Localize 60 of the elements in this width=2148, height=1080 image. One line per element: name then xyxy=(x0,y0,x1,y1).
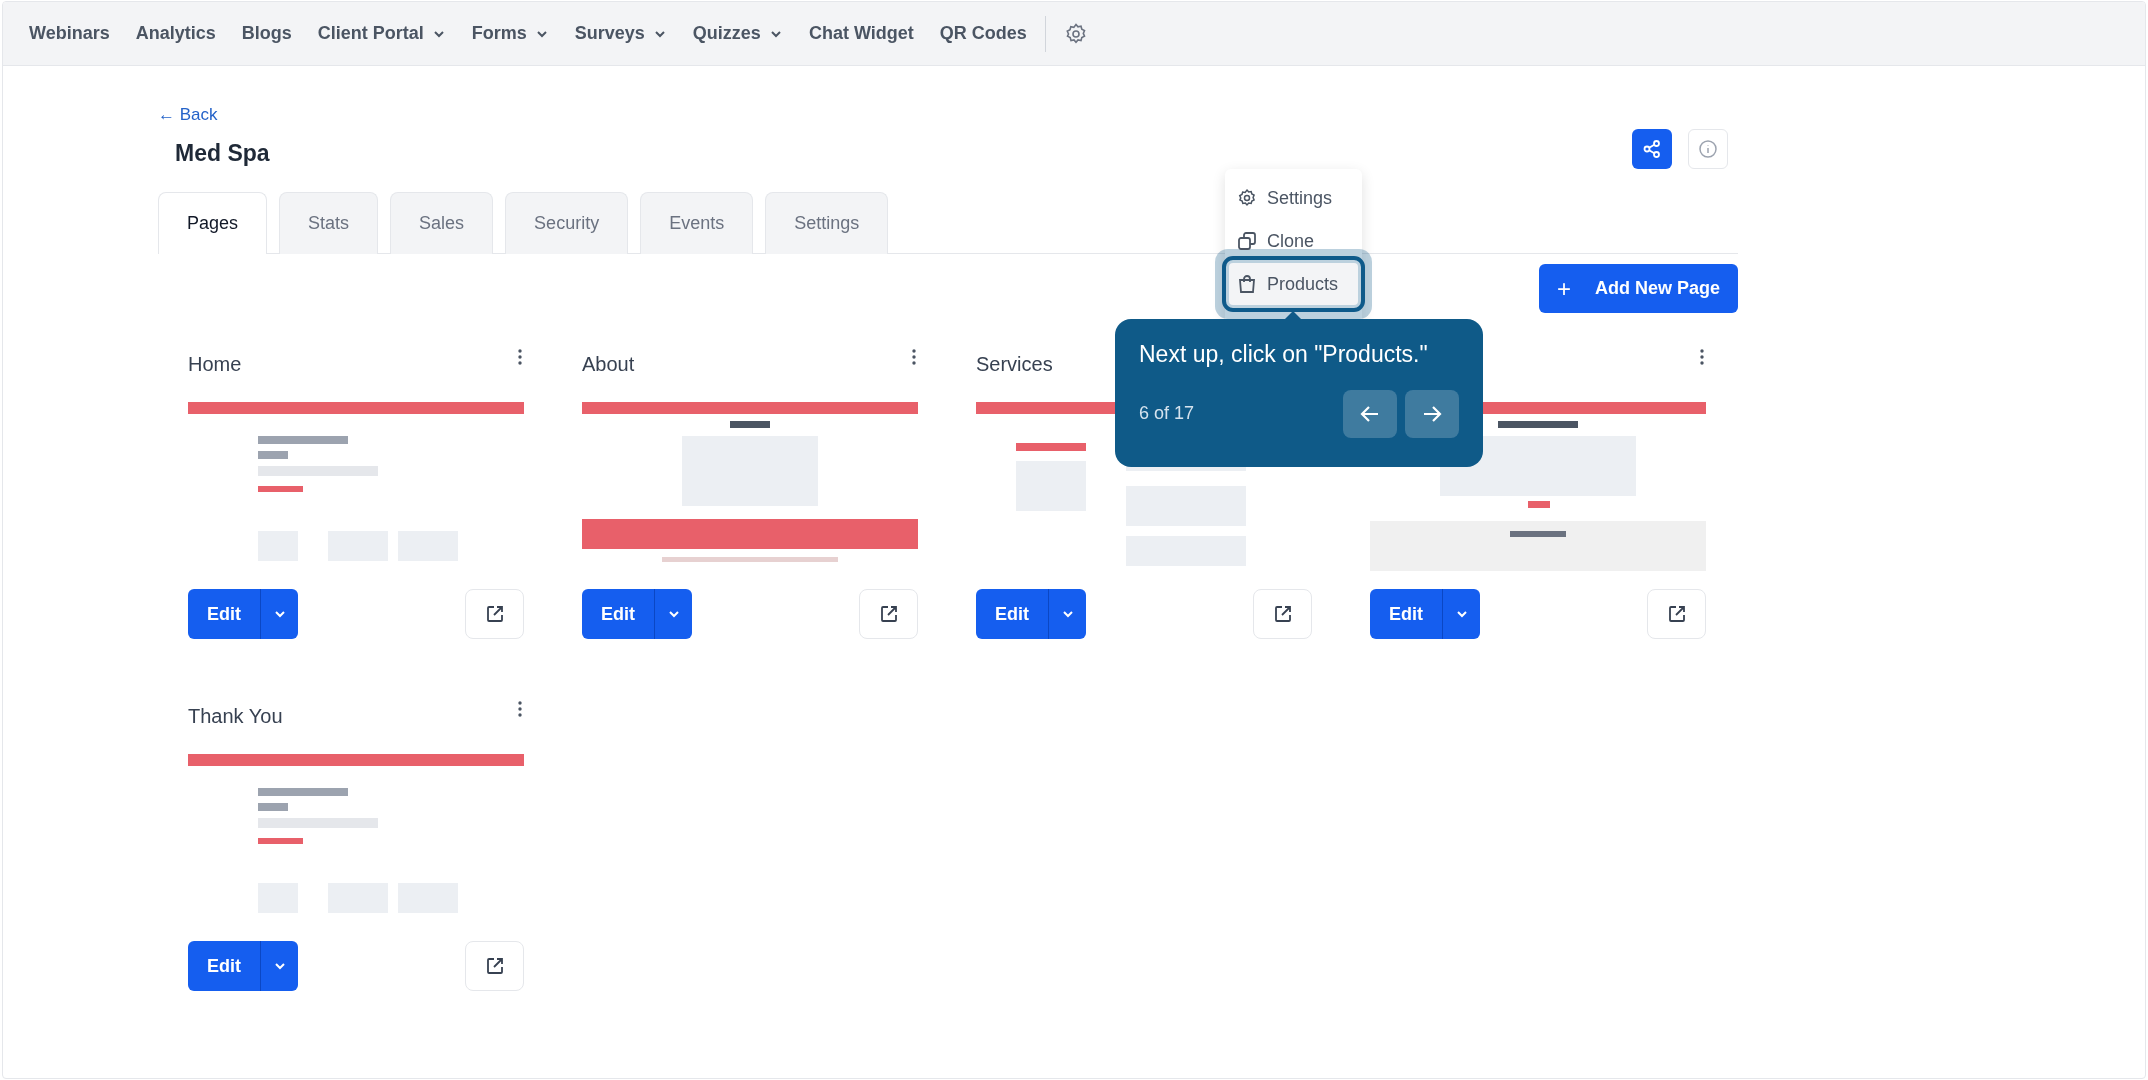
open-external-button[interactable] xyxy=(1647,589,1706,639)
caret-button[interactable] xyxy=(654,589,692,639)
tab[interactable]: Stats xyxy=(279,192,379,254)
nav-link[interactable]: Surveys xyxy=(574,20,667,47)
copy-icon xyxy=(1237,231,1257,251)
plus-icon: + xyxy=(1556,270,1571,307)
nav-link[interactable]: Chat Widget xyxy=(808,20,914,47)
nav-link[interactable]: Quizzes xyxy=(692,20,783,47)
open-external-button[interactable] xyxy=(465,941,524,991)
share-icon xyxy=(1642,138,1662,159)
nav-link[interactable]: Client Portal xyxy=(317,20,446,47)
tour-message: Next up, click on "Products." xyxy=(1139,340,1429,369)
shopping-bag-icon xyxy=(1237,274,1257,294)
more-options-icon[interactable] xyxy=(516,701,524,717)
more-options-icon[interactable] xyxy=(1698,349,1706,365)
add-new-page-button[interactable]: + Add New Page xyxy=(1538,264,1738,313)
tab[interactable]: Events xyxy=(640,192,754,254)
edit-button[interactable]: Edit xyxy=(188,589,260,639)
settings-icon[interactable] xyxy=(1063,21,1088,46)
nav-link[interactable]: Blogs xyxy=(241,20,292,47)
caret-button[interactable] xyxy=(260,589,298,639)
tab[interactable]: Settings xyxy=(765,192,889,254)
open-external-button[interactable] xyxy=(859,589,918,639)
edit-button[interactable]: Edit xyxy=(582,589,654,639)
nav-link[interactable]: QR Codes xyxy=(939,20,1027,47)
external-link-icon xyxy=(1666,604,1687,624)
next-button[interactable] xyxy=(1405,389,1459,438)
page-title: Med Spa xyxy=(175,138,270,168)
open-external-button[interactable] xyxy=(1253,589,1312,639)
menu-item[interactable]: Clone xyxy=(1229,220,1358,262)
card-title: Home xyxy=(188,352,242,377)
open-external-button[interactable] xyxy=(465,589,524,639)
tab[interactable]: Sales xyxy=(390,192,494,254)
previous-button[interactable] xyxy=(1343,389,1397,438)
card-title: Thank You xyxy=(188,704,283,729)
external-link-icon xyxy=(1272,604,1293,624)
back-link[interactable]: ← Back xyxy=(158,105,218,124)
external-link-icon xyxy=(484,956,505,976)
edit-button[interactable]: Edit xyxy=(976,589,1048,639)
nav-link[interactable]: Webinars xyxy=(29,20,110,47)
tab[interactable]: Security xyxy=(505,192,629,254)
nav-link[interactable]: Forms xyxy=(471,20,549,47)
caret-button[interactable] xyxy=(1048,589,1086,639)
share-button[interactable] xyxy=(1632,128,1672,169)
info-icon xyxy=(1698,138,1718,159)
step-counter: 6 of 17 xyxy=(1139,402,1195,425)
tab[interactable]: Pages xyxy=(158,192,268,254)
card-title: About xyxy=(582,352,635,377)
settings-icon xyxy=(1237,188,1257,208)
external-link-icon xyxy=(484,604,505,624)
edit-button[interactable]: Edit xyxy=(1370,589,1442,639)
nav-link[interactable]: Analytics xyxy=(135,20,216,47)
caret-button[interactable] xyxy=(260,941,298,991)
external-link-icon xyxy=(878,604,899,624)
more-options-icon[interactable] xyxy=(516,349,524,365)
more-options-icon[interactable] xyxy=(910,349,918,365)
caret-button[interactable] xyxy=(1442,589,1480,639)
edit-button[interactable]: Edit xyxy=(188,941,260,991)
card-title: Services xyxy=(976,352,1053,377)
menu-item[interactable]: Settings xyxy=(1229,177,1358,219)
